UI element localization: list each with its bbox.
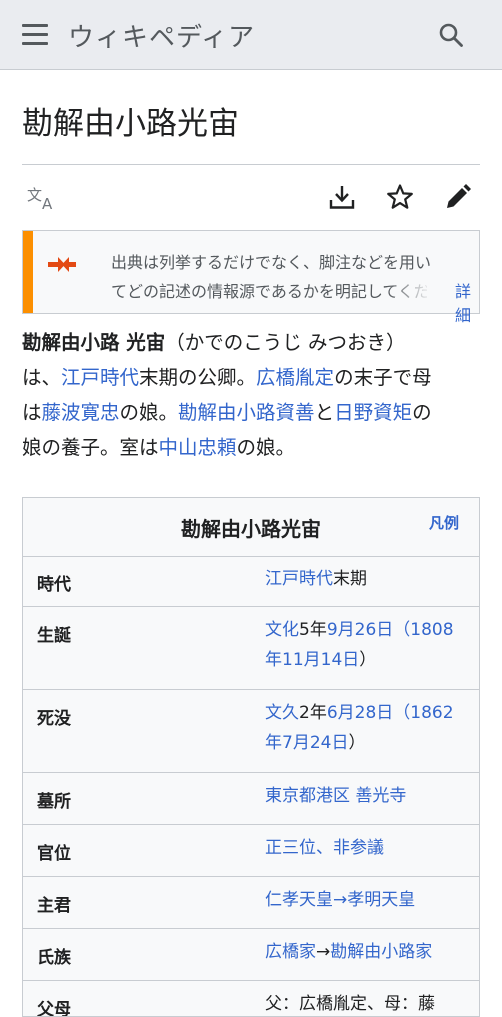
link-gregorian-date[interactable]: 年11月14日 (265, 650, 359, 670)
intro-line: は、江戸時代末期の公卿。広橋胤定の末子で母 (22, 360, 484, 395)
page-title: 勘解由小路光宙 (22, 106, 239, 142)
title-divider (22, 164, 480, 165)
text: （ (393, 703, 411, 723)
row-value: 江戸時代末期 (265, 564, 471, 594)
link-date[interactable]: 9月26日 (327, 620, 393, 640)
link-hino-sukenori[interactable]: 日野資矩 (334, 401, 412, 424)
text: 末期 (333, 569, 367, 589)
intro-paragraph: 勘解由小路 光宙（かでのこうじ みつおき） は、江戸時代末期の公卿。広橋胤定の末… (22, 325, 484, 465)
infobox-row-era: 時代 江戸時代末期 (23, 556, 479, 607)
row-value: 文化5年9月26日（1808 年11月14日） (265, 615, 471, 675)
intro-line: 娘の養子。室は中山忠頼の娘。 (22, 430, 484, 465)
sources-notice: 出典は列挙するだけでなく、脚注などを用い てどの記述の情報源であるかを明記してく… (22, 230, 480, 325)
row-value: 正三位、非参議 (265, 833, 471, 863)
link-hirohashi-tanesada[interactable]: 広橋胤定 (256, 366, 334, 389)
text: ） (359, 650, 377, 670)
row-value: 東京都港区 善光寺 (265, 781, 471, 811)
download-icon[interactable] (328, 183, 356, 211)
text: ） (348, 733, 366, 753)
notice-fade (387, 275, 433, 301)
link-court-rank[interactable]: 正三位 (265, 838, 316, 858)
svg-text:文: 文 (27, 186, 42, 204)
text: は (22, 401, 42, 424)
link-kadenokoji-family[interactable]: 勘解由小路家 (330, 942, 432, 962)
svg-text:A: A (42, 195, 53, 212)
row-label: 生誕 (37, 626, 71, 646)
top-bar: ウィキペディア (0, 0, 502, 70)
infobox-title: 勘解由小路光宙 (181, 517, 321, 541)
text: は、 (22, 366, 62, 389)
link-year[interactable]: 1862 (410, 703, 453, 723)
link-year[interactable]: 1808 (410, 620, 453, 640)
link-era-bunka[interactable]: 文化 (265, 620, 299, 640)
infobox-row-rank: 官位 正三位、非参議 (23, 825, 479, 877)
link-nakayama-tadayori[interactable]: 中山忠頼 (159, 436, 237, 459)
text: 2年 (299, 703, 327, 723)
infobox-row-death: 死没 文久2年6月28日（1862 年7月24日） (23, 690, 479, 773)
pencil-edit-icon[interactable] (444, 183, 472, 211)
infobox-row-parents: 父母 父：広橋胤定、母：藤 (23, 981, 479, 1017)
row-label: 墓所 (37, 792, 71, 812)
infobox-row-birth: 生誕 文化5年9月26日（1808 年11月14日） (23, 607, 479, 690)
link-date[interactable]: 6月28日 (327, 703, 393, 723)
text: の娘。 (119, 401, 179, 424)
infobox-row-clan: 氏族 広橋家→勘解由小路家 (23, 929, 479, 981)
star-icon[interactable] (386, 183, 414, 211)
link-hirohashi-family[interactable]: 広橋家 (265, 942, 316, 962)
infobox-row-lord: 主君 仁孝天皇→孝明天皇 (23, 877, 479, 929)
intro-line: は藤波寛忠の娘。勘解由小路資善と日野資矩の (22, 395, 484, 430)
legend-link[interactable]: 凡例 (429, 512, 459, 533)
link-emperor-ninko[interactable]: 仁孝天皇 (265, 890, 333, 910)
reading-text: （かでのこうじ みつおき） (165, 331, 406, 354)
text: と (314, 401, 335, 424)
row-label: 主君 (37, 896, 71, 916)
link-hisangi[interactable]: 非参議 (333, 838, 384, 858)
text: （ (393, 620, 411, 640)
intro-line: 勘解由小路 光宙（かでのこうじ みつおき） (22, 325, 484, 360)
row-value: 文久2年6月28日（1862 年7月24日） (265, 698, 471, 758)
infobox-row-grave: 墓所 東京都港区 善光寺 (23, 773, 479, 825)
text: 5年 (299, 620, 327, 640)
text: → (333, 890, 348, 910)
text: の末子で母 (334, 366, 432, 389)
notice-details-link[interactable]: 詳細 (455, 278, 479, 326)
link-grave-location[interactable]: 東京都港区 善光寺 (265, 786, 406, 806)
row-label: 死没 (37, 709, 71, 729)
link-edo-period[interactable]: 江戸時代 (61, 366, 139, 389)
subject-name: 勘解由小路 光宙 (22, 331, 166, 354)
merge-arrows-icon (48, 257, 76, 272)
link-emperor-komei[interactable]: 孝明天皇 (347, 890, 415, 910)
text: 、 (316, 838, 333, 858)
row-value: 広橋家→勘解由小路家 (265, 937, 471, 967)
link-fujinami-hirotada[interactable]: 藤波寛忠 (42, 401, 120, 424)
row-label: 官位 (37, 844, 71, 864)
hamburger-menu-icon[interactable] (22, 24, 48, 46)
text: 娘の養子。室は (22, 436, 159, 459)
notice-text-line-1: 出典は列挙するだけでなく、脚注などを用い (111, 253, 432, 272)
search-icon[interactable] (438, 22, 464, 48)
row-label: 父母 (37, 1000, 71, 1017)
site-wordmark[interactable]: ウィキペディア (68, 17, 255, 54)
row-value: 父：広橋胤定、母：藤 (265, 994, 435, 1014)
text: → (316, 942, 331, 962)
link-edo-period[interactable]: 江戸時代 (265, 569, 333, 589)
text: の (412, 401, 432, 424)
language-translate-icon[interactable]: 文 A (26, 184, 58, 212)
notice-accent-bar (23, 231, 33, 313)
link-kadenokoji-sukeyoshi[interactable]: 勘解由小路資善 (178, 401, 315, 424)
text: の娘。 (236, 436, 296, 459)
row-label: 時代 (37, 575, 71, 595)
notice-text-line-2: てどの記述の情報源であるかを明記してください。 (111, 282, 427, 301)
infobox: 勘解由小路光宙 凡例 時代 江戸時代末期 生誕 文化5年9月26日（1808 年… (22, 497, 480, 1017)
infobox-header: 勘解由小路光宙 凡例 (23, 498, 479, 557)
text: 末期の公卿。 (139, 366, 257, 389)
row-value: 仁孝天皇→孝明天皇 (265, 885, 471, 915)
link-gregorian-date[interactable]: 年7月24日 (265, 733, 348, 753)
link-era-bunkyu[interactable]: 文久 (265, 703, 299, 723)
row-label: 氏族 (37, 948, 71, 968)
